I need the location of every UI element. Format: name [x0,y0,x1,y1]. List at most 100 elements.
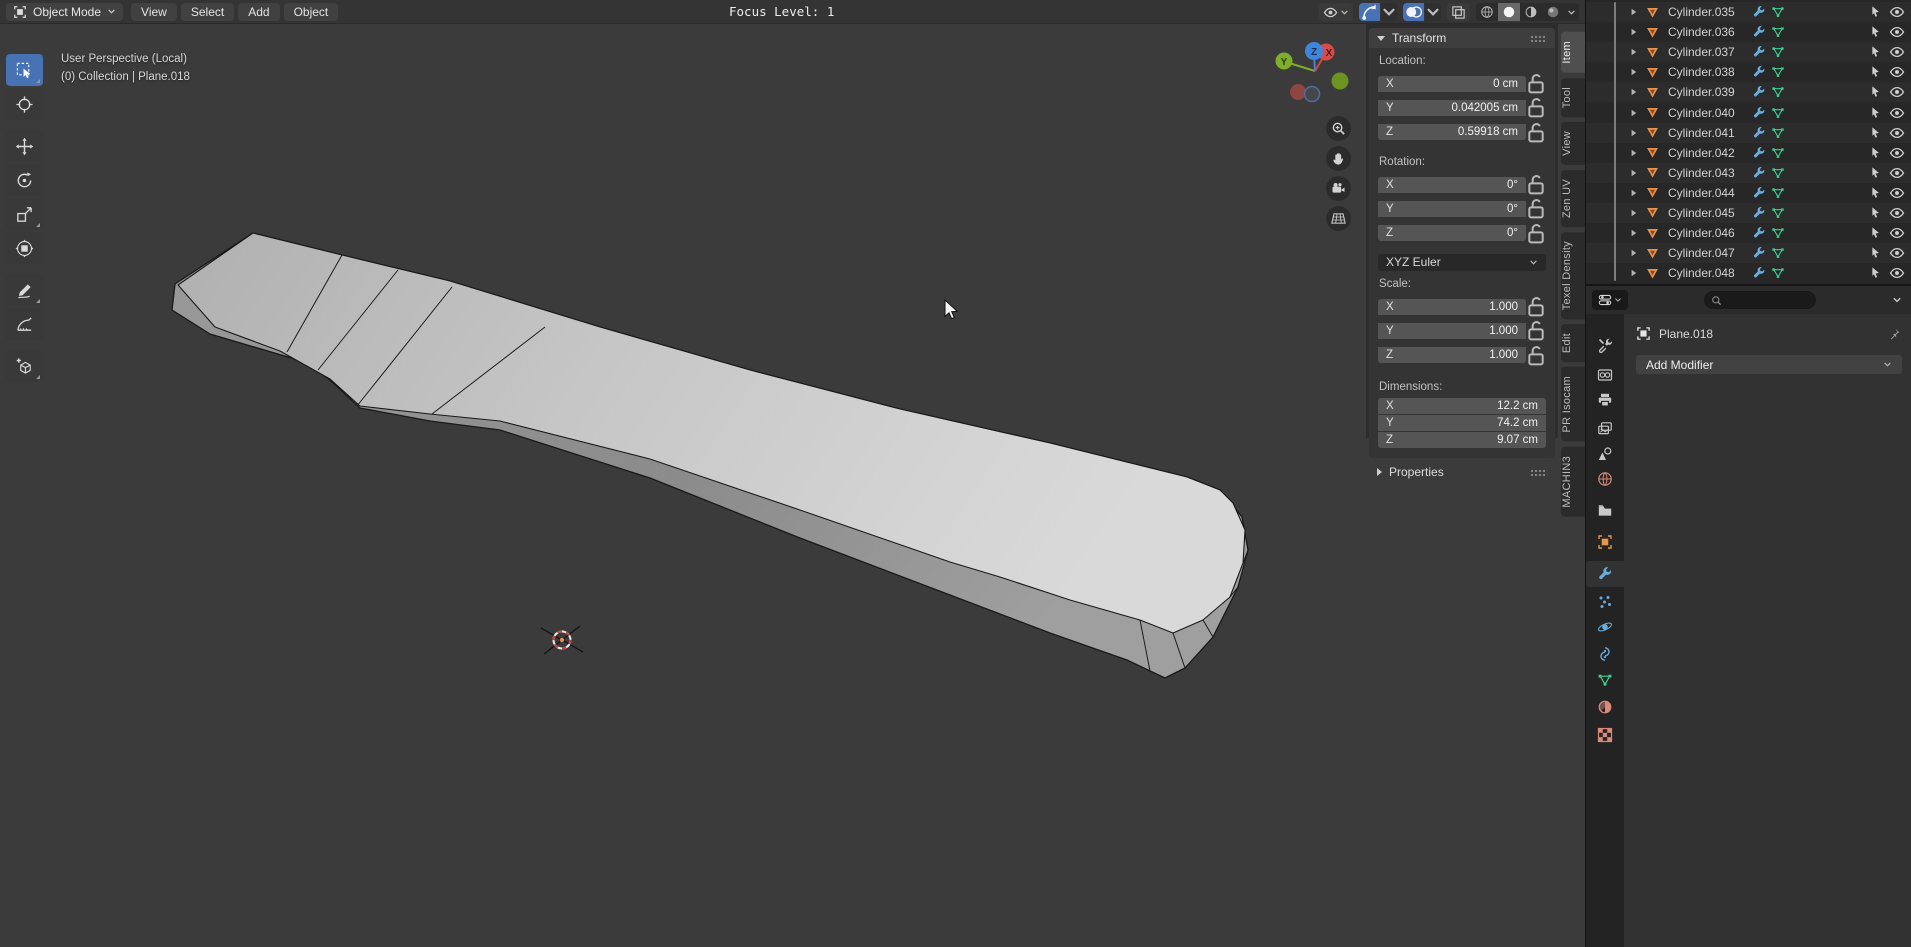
sidebar-tab-tool[interactable]: Tool [1561,77,1585,117]
value-field-z[interactable]: Z 0° [1378,225,1526,242]
outliner-row[interactable]: Cylinder.039 [1586,82,1911,103]
properties-panel-collapsed[interactable]: Properties [1369,462,1555,482]
disclosure-triangle-icon[interactable] [1630,209,1638,217]
visibility-eye-icon[interactable] [1889,125,1905,141]
menu-view[interactable]: View [131,2,177,21]
tab-physics[interactable] [1586,614,1624,640]
overlays-toggle[interactable] [1403,3,1441,21]
menu-object[interactable]: Object [283,2,339,21]
selectable-toggle-icon[interactable] [1868,126,1882,140]
lock-open-icon[interactable] [1526,121,1546,144]
pan-button[interactable] [1326,146,1351,171]
lock-open-icon[interactable] [1526,197,1546,220]
object-visibility-dropdown[interactable] [1319,3,1353,21]
outliner-row[interactable]: Cylinder.042 [1586,142,1911,163]
visibility-eye-icon[interactable] [1889,205,1905,221]
xray-toggle[interactable] [1447,3,1470,21]
outliner-item-label[interactable]: Cylinder.039 [1668,85,1750,99]
outliner-item-label[interactable]: Cylinder.038 [1668,65,1750,79]
outliner-row[interactable]: Cylinder.036 [1586,22,1911,43]
visibility-eye-icon[interactable] [1889,185,1905,201]
value-field-x[interactable]: X 0° [1378,176,1526,193]
tab-material[interactable] [1586,694,1624,720]
sidebar-tab-texel-density[interactable]: Texel Density [1561,231,1585,320]
rotation-mode-dropdown[interactable]: XYZ Euler [1378,253,1546,271]
tab-render[interactable] [1586,362,1624,388]
outliner-row[interactable]: Cylinder.040 [1586,102,1911,123]
disclosure-triangle-icon[interactable] [1630,229,1638,237]
tab-scene[interactable] [1586,441,1624,467]
tool-scale[interactable] [6,198,43,230]
tab-particles[interactable] [1586,589,1624,615]
properties-search[interactable] [1704,291,1816,309]
outliner-item-label[interactable]: Cylinder.040 [1668,106,1750,120]
disclosure-triangle-icon[interactable] [1630,249,1638,257]
selectable-toggle-icon[interactable] [1868,85,1882,99]
camera-view-button[interactable] [1326,176,1351,201]
lock-open-icon[interactable] [1526,72,1546,95]
outliner-row[interactable]: Cylinder.043 [1586,162,1911,183]
outliner-row[interactable]: Cylinder.045 [1586,202,1911,224]
sidebar-tab-item[interactable]: Item [1561,32,1585,73]
disclosure-triangle-icon[interactable] [1630,129,1638,137]
sidebar-tab-pr-isocam[interactable]: PR Isocam [1561,367,1585,442]
disclosure-triangle-icon[interactable] [1630,269,1638,277]
tab-output[interactable] [1586,387,1624,413]
selectable-toggle-icon[interactable] [1868,166,1882,180]
outliner-row[interactable]: Cylinder.037 [1586,42,1911,63]
shading-wireframe-button[interactable] [1476,3,1498,21]
panel-drag-handle[interactable] [1530,34,1547,42]
tab-world[interactable] [1586,466,1624,492]
tool-transform[interactable] [6,232,43,264]
visibility-eye-icon[interactable] [1889,225,1905,241]
add-modifier-button[interactable]: Add Modifier [1636,355,1902,374]
tab-tool[interactable] [1586,332,1624,358]
outliner-item-label[interactable]: Cylinder.042 [1668,146,1750,160]
value-field-y[interactable]: Y 0° [1378,200,1526,217]
editor-divider[interactable] [1585,0,1586,947]
disclosure-triangle-icon[interactable] [1630,88,1638,96]
disclosure-triangle-icon[interactable] [1630,8,1638,16]
outliner-item-label[interactable]: Cylinder.045 [1668,206,1750,220]
selectable-toggle-icon[interactable] [1868,106,1882,120]
pin-icon[interactable] [1887,327,1901,341]
value-field-z[interactable]: Z 9.07 cm [1378,431,1546,448]
menu-select[interactable]: Select [180,2,235,21]
value-field-z[interactable]: Z 1.000 [1378,347,1526,364]
menu-add[interactable]: Add [238,2,280,21]
outliner-item-label[interactable]: Cylinder.048 [1668,266,1750,280]
value-field-x[interactable]: X 1.000 [1378,298,1526,315]
value-field-x[interactable]: X 0 cm [1378,75,1526,92]
selectable-toggle-icon[interactable] [1868,266,1882,280]
tab-texture[interactable] [1586,722,1624,748]
perspective-toggle-button[interactable] [1326,206,1351,231]
disclosure-triangle-icon[interactable] [1630,189,1638,197]
transform-panel-header[interactable]: Transform [1369,28,1555,48]
lock-open-icon[interactable] [1526,173,1546,196]
disclosure-triangle-icon[interactable] [1630,48,1638,56]
selectable-toggle-icon[interactable] [1868,25,1882,39]
sidebar-tab-zen-uv[interactable]: Zen UV [1561,169,1585,227]
visibility-eye-icon[interactable] [1889,44,1905,60]
visibility-eye-icon[interactable] [1889,145,1905,161]
lock-open-icon[interactable] [1526,344,1546,367]
search-input[interactable] [1727,294,1807,306]
panel-drag-handle[interactable] [1530,468,1547,476]
tool-measure[interactable] [6,308,43,340]
visibility-eye-icon[interactable] [1889,245,1905,261]
lock-open-icon[interactable] [1526,222,1546,245]
lock-open-icon[interactable] [1526,319,1546,342]
visibility-eye-icon[interactable] [1889,4,1905,20]
tab-object[interactable] [1586,529,1624,555]
outliner-row[interactable]: Cylinder.038 [1586,62,1911,83]
visibility-eye-icon[interactable] [1889,24,1905,40]
visibility-eye-icon[interactable] [1889,105,1905,121]
tab-data[interactable] [1586,667,1624,693]
outliner-item-label[interactable]: Cylinder.037 [1668,45,1750,59]
tab-view-layer[interactable] [1586,416,1624,442]
value-field-z[interactable]: Z 0.59918 cm [1378,124,1526,141]
value-field-y[interactable]: Y 74.2 cm [1378,414,1546,431]
tab-collection[interactable] [1586,497,1624,523]
disclosure-triangle-icon[interactable] [1630,149,1638,157]
selectable-toggle-icon[interactable] [1868,246,1882,260]
